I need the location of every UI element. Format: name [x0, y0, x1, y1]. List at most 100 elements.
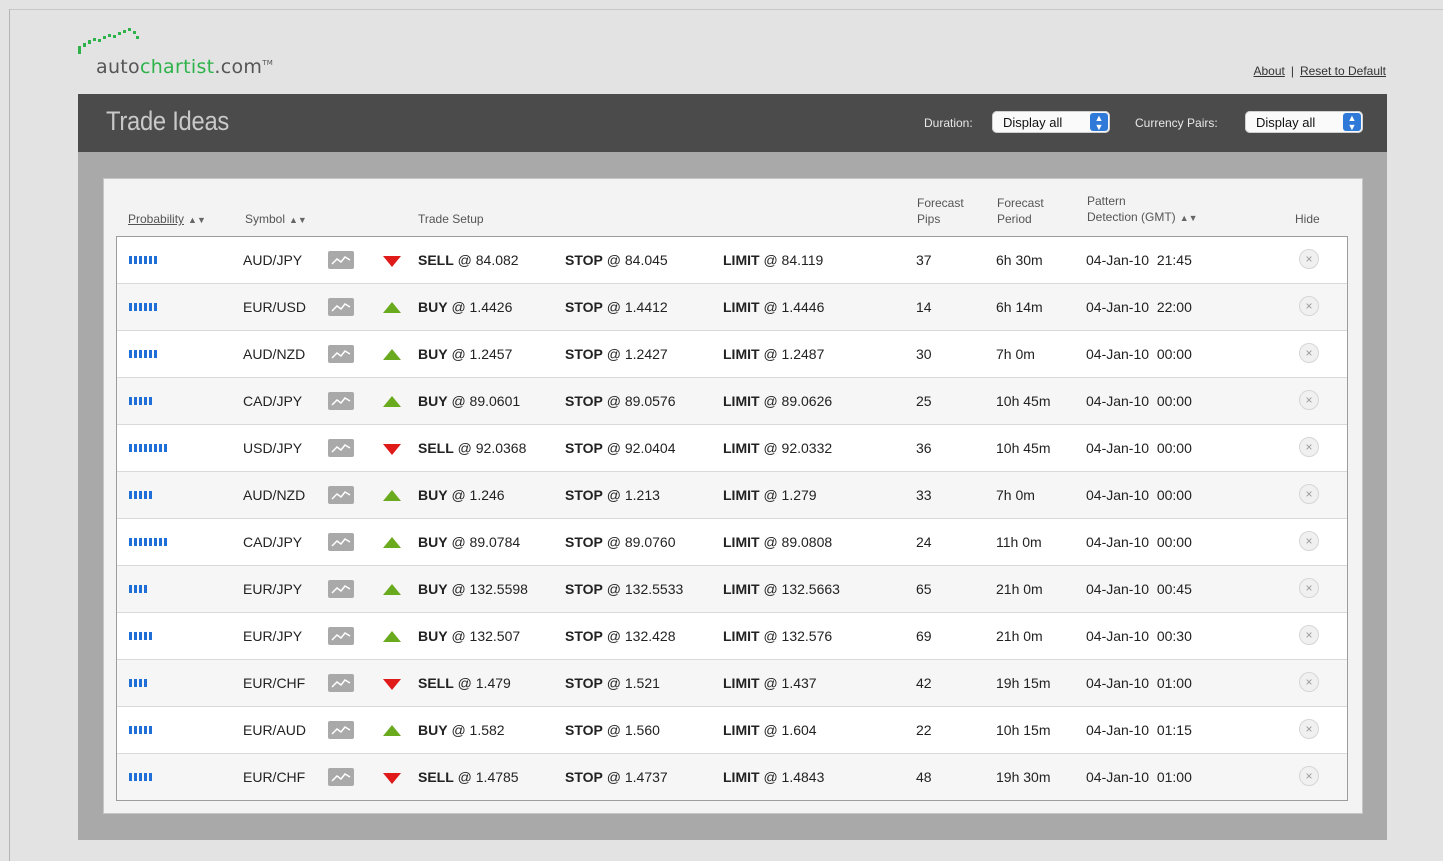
- hide-row-close-icon[interactable]: ×: [1299, 531, 1319, 551]
- probability-bar-segment: [149, 256, 152, 264]
- trade-action-cell: BUY @ 132.507: [418, 628, 521, 644]
- column-header-pattern-detection[interactable]: Pattern Detection (GMT) ▲▼: [1087, 193, 1198, 226]
- chart-icon[interactable]: [328, 392, 354, 410]
- chart-icon[interactable]: [328, 627, 354, 645]
- buy-arrow-up-icon: [383, 490, 401, 501]
- trade-action-cell: BUY @ 132.5598: [418, 581, 528, 597]
- hide-row-close-icon[interactable]: ×: [1299, 343, 1319, 363]
- window-frame-left: [9, 9, 10, 861]
- trade-ideas-panel: Probability ▲▼ Symbol ▲▼ Trade Setup Forec…: [103, 178, 1363, 814]
- table-row: EUR/JPY BUY @ 132.5598 STOP @ 132.5533 LIMI…: [117, 566, 1347, 613]
- pattern-detection-cell: 04-Jan-10 00:00: [1086, 534, 1192, 550]
- probability-bar-segment: [129, 491, 132, 499]
- probability-bar-segment: [139, 491, 142, 499]
- table-row: AUD/NZD BUY @ 1.246 STOP @ 1.213 LIMIT @ 1.…: [117, 472, 1347, 519]
- stop-cell: STOP @ 92.0404: [565, 440, 676, 456]
- probability-bar-segment: [149, 538, 152, 546]
- pattern-detection-cell: 04-Jan-10 00:30: [1086, 628, 1192, 644]
- forecast-pips-cell: 14: [916, 299, 932, 315]
- hide-row-close-icon[interactable]: ×: [1299, 484, 1319, 504]
- chart-icon[interactable]: [328, 251, 354, 269]
- duration-select-value: Display all: [1003, 115, 1063, 130]
- table-row: EUR/CHF SELL @ 1.479 STOP @ 1.521 LIMIT @ 1…: [117, 660, 1347, 707]
- chart-icon[interactable]: [328, 439, 354, 457]
- column-header-hide: Hide: [1295, 212, 1320, 226]
- limit-cell: LIMIT @ 1.279: [723, 487, 817, 503]
- buy-arrow-up-icon: [383, 631, 401, 642]
- forecast-period-cell: 21h 0m: [996, 628, 1043, 644]
- stop-cell: STOP @ 1.560: [565, 722, 660, 738]
- probability-bar-segment: [159, 538, 162, 546]
- reset-to-default-link[interactable]: Reset to Default: [1300, 64, 1386, 78]
- probability-bar-segment: [134, 350, 137, 358]
- pattern-detection-cell: 04-Jan-10 00:00: [1086, 346, 1192, 362]
- duration-select[interactable]: Display all ▲ ▼: [992, 111, 1110, 133]
- chart-icon[interactable]: [328, 674, 354, 692]
- sell-arrow-down-icon: [383, 773, 401, 784]
- symbol-cell: EUR/USD: [243, 299, 307, 315]
- chart-icon[interactable]: [328, 486, 354, 504]
- column-header-forecast-pips: Forecast Pips: [917, 196, 964, 226]
- probability-bar-segment: [134, 491, 137, 499]
- probability-bar-segment: [149, 444, 152, 452]
- probability-bar-segment: [134, 538, 137, 546]
- hide-row-close-icon[interactable]: ×: [1299, 766, 1319, 786]
- chart-icon[interactable]: [328, 298, 354, 316]
- probability-indicator: [129, 773, 152, 781]
- column-header-symbol[interactable]: Symbol ▲▼: [245, 211, 307, 228]
- hide-row-close-icon[interactable]: ×: [1299, 578, 1319, 598]
- probability-bar-segment: [139, 679, 142, 687]
- column-header-probability[interactable]: Probability ▲▼: [128, 211, 206, 228]
- forecast-period-cell: 10h 45m: [996, 393, 1051, 409]
- sell-arrow-down-icon: [383, 256, 401, 267]
- probability-bar-segment: [144, 585, 147, 593]
- stop-cell: STOP @ 132.428: [565, 628, 676, 644]
- pattern-detection-cell: 04-Jan-10 01:00: [1086, 769, 1192, 785]
- probability-indicator: [129, 632, 152, 640]
- chart-icon[interactable]: [328, 721, 354, 739]
- pattern-detection-cell: 04-Jan-10 21:45: [1086, 252, 1192, 268]
- probability-bar-segment: [149, 726, 152, 734]
- probability-bar-segment: [139, 350, 142, 358]
- limit-cell: LIMIT @ 1.437: [723, 675, 817, 691]
- probability-indicator: [129, 679, 147, 687]
- stop-cell: STOP @ 1.213: [565, 487, 660, 503]
- probability-bar-segment: [154, 256, 157, 264]
- pattern-detection-cell: 04-Jan-10 01:15: [1086, 722, 1192, 738]
- probability-indicator: [129, 397, 152, 405]
- hide-row-close-icon[interactable]: ×: [1299, 719, 1319, 739]
- chart-icon[interactable]: [328, 345, 354, 363]
- chart-icon[interactable]: [328, 768, 354, 786]
- probability-bar-segment: [129, 397, 132, 405]
- probability-bar-segment: [134, 444, 137, 452]
- sell-arrow-down-icon: [383, 444, 401, 455]
- table-row: USD/JPY SELL @ 92.0368 STOP @ 92.0404 LIMIT…: [117, 425, 1347, 472]
- hide-row-close-icon[interactable]: ×: [1299, 625, 1319, 645]
- hide-row-close-icon[interactable]: ×: [1299, 672, 1319, 692]
- trade-ideas-table: AUD/JPY SELL @ 84.082 STOP @ 84.045 LIMIT @…: [116, 236, 1348, 801]
- probability-bar-segment: [149, 491, 152, 499]
- hide-row-close-icon[interactable]: ×: [1299, 249, 1319, 269]
- forecast-period-cell: 10h 45m: [996, 440, 1051, 456]
- trade-action-cell: BUY @ 1.246: [418, 487, 505, 503]
- probability-bar-segment: [129, 303, 132, 311]
- hide-row-close-icon[interactable]: ×: [1299, 296, 1319, 316]
- probability-bar-segment: [139, 538, 142, 546]
- limit-cell: LIMIT @ 132.5663: [723, 581, 840, 597]
- forecast-pips-cell: 42: [916, 675, 932, 691]
- buy-arrow-up-icon: [383, 349, 401, 360]
- currency-pairs-select[interactable]: Display all ▲ ▼: [1245, 111, 1363, 133]
- select-arrows-icon: ▲ ▼: [1090, 113, 1108, 132]
- probability-bar-segment: [129, 585, 132, 593]
- hide-row-close-icon[interactable]: ×: [1299, 390, 1319, 410]
- chart-icon[interactable]: [328, 580, 354, 598]
- hide-row-close-icon[interactable]: ×: [1299, 437, 1319, 457]
- sell-arrow-down-icon: [383, 679, 401, 690]
- sort-icon: ▲▼: [1179, 213, 1198, 223]
- symbol-cell: AUD/NZD: [243, 346, 306, 362]
- about-link[interactable]: About: [1253, 64, 1284, 78]
- autochartist-logo[interactable]: autochartist.comTM: [78, 28, 358, 79]
- pattern-detection-cell: 04-Jan-10 00:45: [1086, 581, 1192, 597]
- probability-bar-segment: [134, 303, 137, 311]
- chart-icon[interactable]: [328, 533, 354, 551]
